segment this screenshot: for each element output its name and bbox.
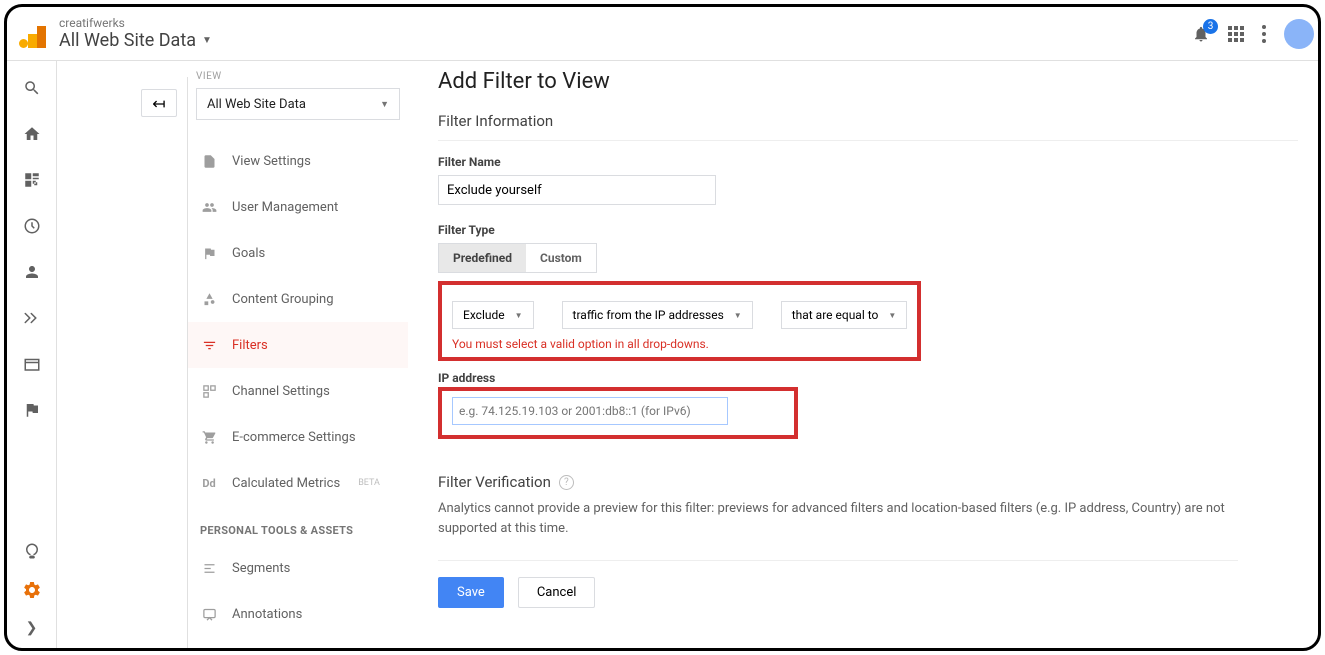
page-title: Add Filter to View [438,69,1298,94]
ip-address-input[interactable] [452,397,728,425]
dropdown-error: You must select a valid option in all dr… [452,337,907,351]
nav-view-settings[interactable]: View Settings [188,138,408,184]
cart-icon [200,430,218,445]
filter-name-input[interactable] [438,175,716,205]
help-icon[interactable]: ? [559,475,574,490]
save-button[interactable]: Save [438,577,504,608]
expand-icon[interactable]: ❯ [26,620,38,636]
apps-icon[interactable] [1228,26,1244,42]
main-panel: Add Filter to View Filter Information Fi… [408,61,1318,648]
admin-icon[interactable] [22,580,42,600]
nav-channel-settings[interactable]: Channel Settings [188,368,408,414]
nav-segments[interactable]: Segments [188,545,408,591]
highlight-dropdowns: Exclude▼ traffic from the IP addresses▼ … [438,281,921,361]
view-switcher[interactable]: All Web Site Data ▼ [59,30,1192,51]
nav-content-grouping[interactable]: Content Grouping [188,276,408,322]
grouping-icon [200,292,218,307]
filter-icon [200,338,218,353]
channel-icon [200,384,218,399]
nav-filters[interactable]: Filters [188,322,408,368]
filter-verification-text: Analytics cannot provide a preview for t… [438,499,1238,538]
caret-down-icon: ▼ [888,311,896,320]
caret-down-icon: ▼ [734,311,742,320]
ip-address-label: IP address [438,371,1298,385]
notification-badge: 3 [1203,19,1218,34]
personal-section-header: PERSONAL TOOLS & ASSETS [200,524,408,537]
back-button[interactable]: ↤ [141,89,177,117]
nav-goals[interactable]: Goals [188,230,408,276]
beta-badge: BETA [358,478,380,488]
more-menu-icon[interactable] [1262,25,1266,43]
customization-icon[interactable] [23,171,41,189]
filter-verification-heading: Filter Verification [438,473,551,491]
tab-predefined[interactable]: Predefined [439,244,526,272]
view-name: All Web Site Data [59,30,196,51]
filter-type-tabs: Predefined Custom [438,243,597,273]
caret-down-icon: ▼ [202,35,212,46]
divider [438,560,1238,561]
filter-name-label: Filter Name [438,155,1298,169]
search-icon[interactable] [23,79,41,97]
realtime-icon[interactable] [23,217,41,235]
notifications-button[interactable]: 3 [1192,25,1210,43]
cancel-button[interactable]: Cancel [518,577,596,608]
exclude-dropdown[interactable]: Exclude▼ [452,301,534,329]
tab-custom[interactable]: Custom [526,244,596,272]
nav-calculated-metrics[interactable]: DdCalculated MetricsBETA [188,460,408,506]
app-header: creatifwerks All Web Site Data ▼ 3 [7,7,1318,61]
flag-icon [200,246,218,261]
audience-icon[interactable] [23,263,41,281]
people-icon [200,200,218,215]
filter-info-heading: Filter Information [438,112,1298,141]
home-icon[interactable] [23,125,41,143]
filter-type-label: Filter Type [438,223,1298,237]
caret-down-icon: ▼ [515,311,523,320]
expression-dropdown[interactable]: that are equal to▼ [781,301,908,329]
behavior-icon[interactable] [23,355,41,373]
left-rail: ❯ [7,61,57,648]
conversions-icon[interactable] [23,401,41,419]
account-name: creatifwerks [59,16,1192,30]
analytics-logo [19,20,47,48]
caret-down-icon: ▼ [380,99,389,110]
document-icon [200,154,218,169]
nav-ecommerce[interactable]: E-commerce Settings [188,414,408,460]
view-label: VIEW [196,71,408,82]
metrics-icon: Dd [200,477,218,490]
segments-icon [200,561,218,576]
discover-icon[interactable] [23,542,41,560]
settings-nav: VIEW All Web Site Data ▼ View Settings U… [188,61,408,648]
nav-user-management[interactable]: User Management [188,184,408,230]
annotations-icon [200,607,218,622]
nav-annotations[interactable]: Annotations [188,591,408,637]
acquisition-icon[interactable] [22,309,42,327]
source-dropdown[interactable]: traffic from the IP addresses▼ [562,301,753,329]
highlight-ip [438,387,798,439]
view-select[interactable]: All Web Site Data ▼ [196,88,400,120]
user-avatar[interactable] [1284,19,1314,49]
